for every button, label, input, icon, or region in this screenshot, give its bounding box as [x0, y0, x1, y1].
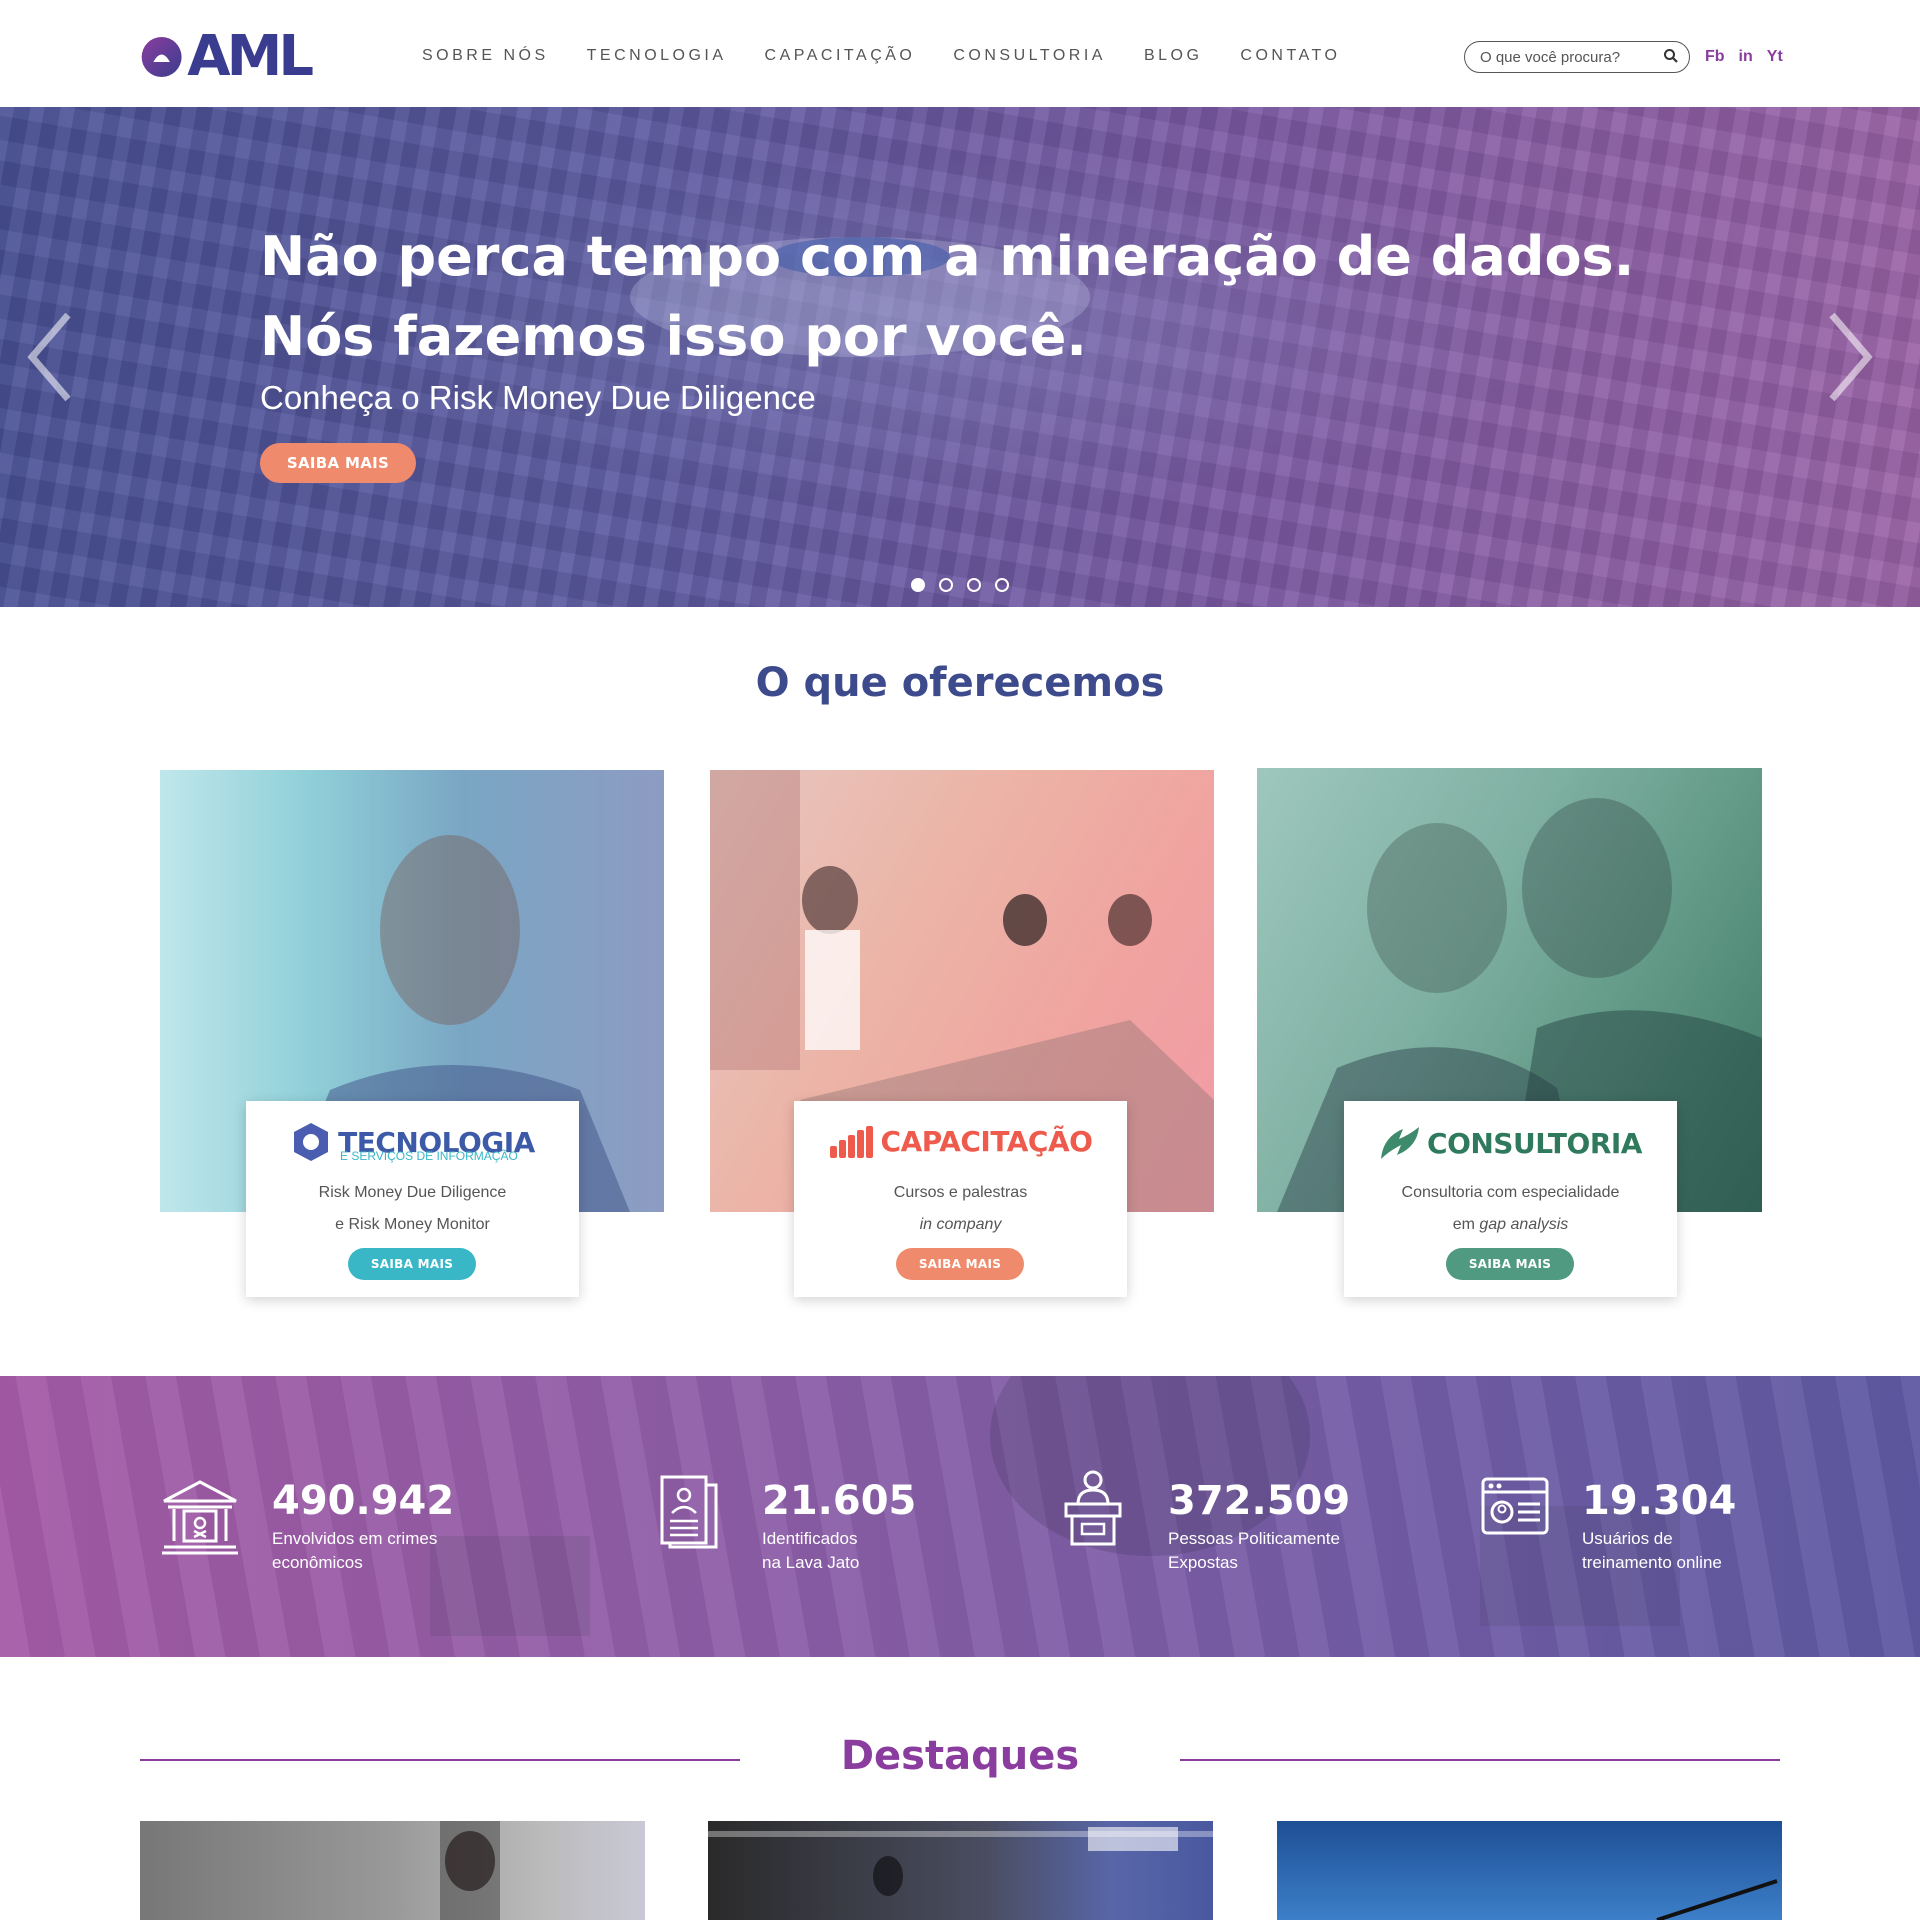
tecnologia-brand-subtitle: E SERVIÇOS DE INFORMAÇÃO	[340, 1149, 518, 1163]
capacitacao-brand-name: CAPACITAÇÃO	[880, 1125, 1093, 1158]
bank-icon	[162, 1480, 238, 1555]
leaf-icon	[1381, 1127, 1420, 1159]
document-id-icon	[660, 1475, 718, 1549]
tecnologia-saiba-mais-button[interactable]: SAIBA MAIS	[348, 1248, 476, 1280]
search-box	[1464, 41, 1690, 73]
nav-contato[interactable]: CONTATO	[1240, 47, 1340, 65]
aml-logo[interactable]: AML	[140, 24, 314, 89]
chevron-left-icon[interactable]	[24, 307, 74, 407]
stat-label: Pessoas Politicamente Expostas	[1168, 1529, 1340, 1572]
capacitacao-saiba-mais-button[interactable]: SAIBA MAIS	[896, 1248, 1024, 1280]
stat-crimes: 490.942 Envolvidos em crimes econômicos	[272, 1479, 454, 1575]
hero-slider: Não perca tempo com a mineração de dados…	[0, 107, 1920, 607]
stat-value: 372.509	[1168, 1478, 1351, 1524]
facebook-link[interactable]: Fb	[1705, 48, 1725, 66]
consultoria-desc-prefix: em	[1452, 1216, 1480, 1233]
tecnologia-desc-line-2: e Risk Money Monitor	[335, 1216, 490, 1233]
search-icon[interactable]	[1663, 48, 1679, 68]
highlight-image-3[interactable]	[1277, 1821, 1782, 1920]
slider-dots	[911, 578, 1009, 592]
logo-text: AML	[187, 24, 314, 89]
nav-blog[interactable]: BLOG	[1144, 47, 1202, 65]
consultoria-desc-line-1: Consultoria com especialidade	[1401, 1184, 1620, 1201]
consultoria-saiba-mais-button[interactable]: SAIBA MAIS	[1446, 1248, 1574, 1280]
capacitacao-brand: CAPACITAÇÃO	[794, 1125, 1127, 1158]
hexagon-icon	[294, 1123, 329, 1161]
slider-dot[interactable]	[911, 578, 925, 592]
stat-value: 490.942	[272, 1478, 455, 1524]
capacitacao-desc-line-1: Cursos e palestras	[893, 1184, 1028, 1201]
main-nav: SOBRE NÓS TECNOLOGIA CAPACITAÇÃO CONSULT…	[422, 47, 1378, 65]
highlight-image-2[interactable]	[708, 1821, 1213, 1920]
slider-dot[interactable]	[939, 578, 953, 592]
consultoria-brand-name: CONSULTORIA	[1427, 1126, 1642, 1160]
nav-tecnologia[interactable]: TECNOLOGIA	[587, 47, 727, 65]
consultoria-desc-line-2: em gap analysis	[1344, 1209, 1677, 1241]
stat-label: Envolvidos em crimes econômicos	[272, 1529, 438, 1572]
social-links: Fb in Yt	[1705, 48, 1783, 66]
tecnologia-description: Risk Money Due Diligence e Risk Money Mo…	[246, 1177, 579, 1241]
nav-sobre-nos[interactable]: SOBRE NÓS	[422, 47, 549, 65]
hero-title-line-1: Não perca tempo com a mineração de dados…	[260, 225, 1635, 288]
consultoria-desc-italic: gap analysis	[1479, 1216, 1569, 1233]
divider-right	[1180, 1759, 1780, 1761]
site-header: AML SOBRE NÓS TECNOLOGIA CAPACITAÇÃO CON…	[0, 0, 1920, 107]
slider-dot[interactable]	[967, 578, 981, 592]
stat-label: Usuários de treinamento online	[1582, 1529, 1722, 1572]
consultoria-card: CONSULTORIA Consultoria com especialidad…	[1344, 1101, 1677, 1297]
id-card-icon	[1481, 1477, 1549, 1535]
linkedin-link[interactable]: in	[1739, 48, 1753, 66]
nav-consultoria[interactable]: CONSULTORIA	[953, 47, 1106, 65]
search-input[interactable]	[1480, 48, 1655, 66]
consultoria-brand: CONSULTORIA	[1344, 1125, 1677, 1161]
stat-usuarios: 19.304 Usuários de treinamento online	[1582, 1479, 1736, 1575]
capacitacao-desc-line-2: in company	[919, 1216, 1002, 1233]
tecnologia-card: TECNOLOGIA E SERVIÇOS DE INFORMAÇÃO Risk…	[246, 1101, 579, 1297]
logo-mark-icon	[141, 37, 182, 77]
stat-ppe: 372.509 Pessoas Politicamente Expostas	[1168, 1479, 1350, 1575]
highlight-image-1[interactable]	[140, 1821, 645, 1920]
hero-title: Não perca tempo com a mineração de dados…	[260, 217, 1660, 377]
capacitacao-card: CAPACITAÇÃO Cursos e palestras in compan…	[794, 1101, 1127, 1297]
offer-section-title: O que oferecemos	[755, 660, 1165, 706]
tecnologia-desc-line-1: Risk Money Due Diligence	[318, 1184, 507, 1201]
hero-saiba-mais-button[interactable]: SAIBA MAIS	[260, 443, 416, 483]
hero-subtitle: Conheça o Risk Money Due Diligence	[260, 379, 816, 416]
stat-label: Identificados na Lava Jato	[762, 1529, 860, 1572]
stat-lava-jato: 21.605 Identificados na Lava Jato	[762, 1479, 916, 1575]
stat-value: 21.605	[762, 1478, 917, 1524]
podium-icon	[1064, 1470, 1122, 1546]
consultoria-description: Consultoria com especialidade em gap ana…	[1344, 1177, 1677, 1241]
youtube-link[interactable]: Yt	[1767, 48, 1783, 66]
stat-value: 19.304	[1582, 1478, 1737, 1524]
capacitacao-description: Cursos e palestras in company	[794, 1177, 1127, 1241]
stats-banner: 490.942 Envolvidos em crimes econômicos 2…	[0, 1376, 1920, 1657]
destaques-title: Destaques	[840, 1733, 1080, 1779]
bar-chart-icon	[829, 1125, 873, 1158]
nav-capacitacao[interactable]: CAPACITAÇÃO	[765, 47, 916, 65]
chevron-right-icon[interactable]	[1826, 307, 1876, 407]
hero-title-line-2: Nós fazemos isso por você.	[260, 305, 1087, 368]
slider-dot[interactable]	[995, 578, 1009, 592]
